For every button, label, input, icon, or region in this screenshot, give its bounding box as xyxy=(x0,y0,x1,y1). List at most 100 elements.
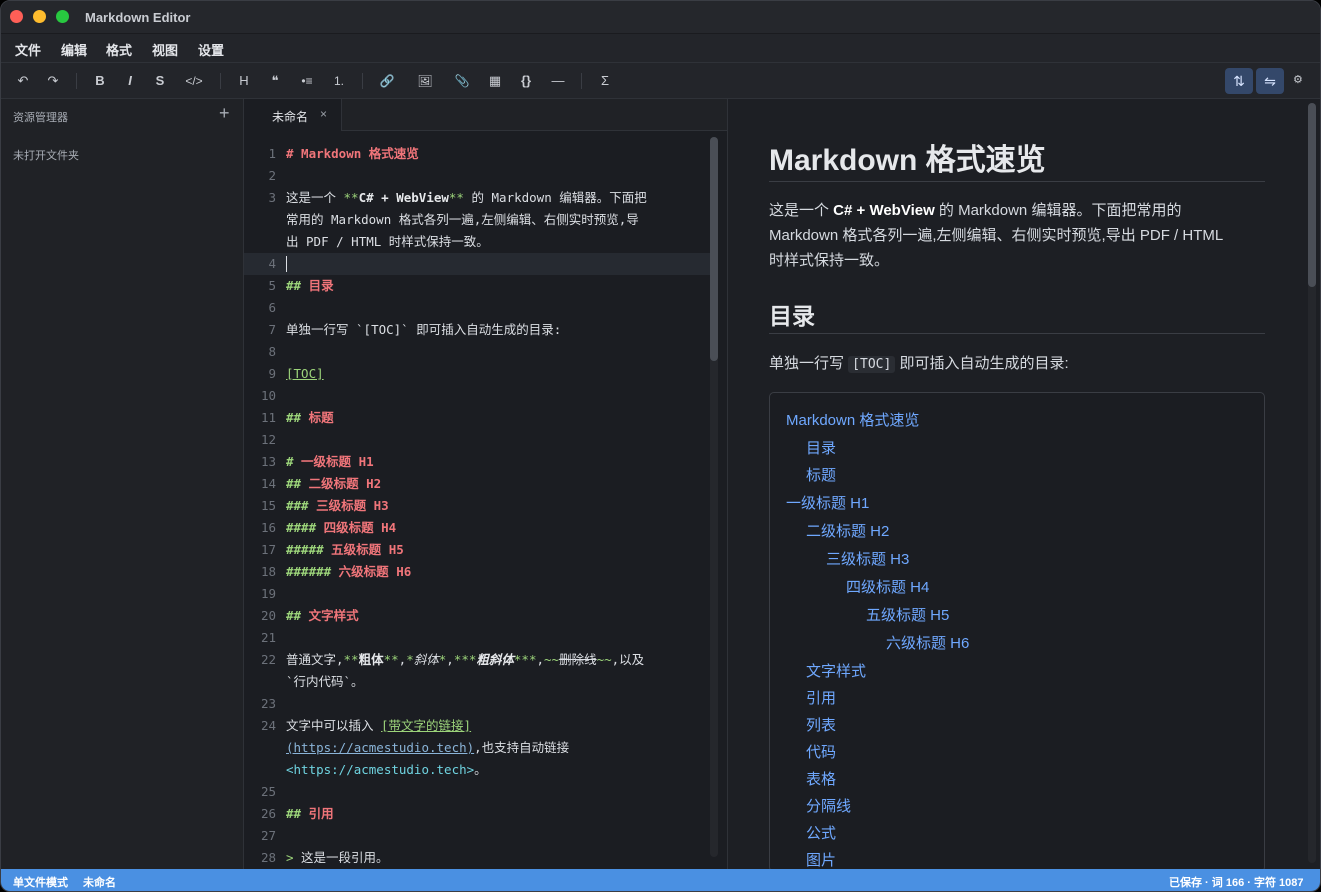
tab-untitled[interactable]: 未命名 × xyxy=(244,99,342,131)
editor-line: 出 PDF / HTML 时样式保持一致。 xyxy=(286,234,489,249)
window-title: Markdown Editor xyxy=(85,10,191,25)
status-filename: 未命名 xyxy=(83,877,116,889)
editor-pane: 未命名 × 1 # Markdown 格式速览 2 3 这是一个 **C# + We… xyxy=(244,99,728,869)
no-folder-text: 未打开文件夹 xyxy=(13,150,79,162)
toc-link[interactable]: 目录 xyxy=(806,437,836,458)
editor-line: 11 ## 标题 xyxy=(260,410,334,425)
menu-bar: 文件 编辑 格式 视图 设置 xyxy=(1,34,1320,63)
toc-link[interactable]: 分隔线 xyxy=(806,795,851,816)
bold-button[interactable]: B xyxy=(92,72,108,90)
editor-line: 6 xyxy=(268,300,276,315)
menu-settings[interactable]: 设置 xyxy=(198,40,224,59)
editor-line: `行内代码`。 xyxy=(286,674,364,689)
app-window: Markdown Editor 文件 编辑 格式 视图 设置 ↶ ↷ B I S… xyxy=(0,0,1321,892)
editor-line: 20 ## 文字样式 xyxy=(260,608,359,623)
editor-line: 3 这是一个 **C# + WebView** 的 Markdown 编辑器。下面… xyxy=(268,190,647,205)
add-icon[interactable]: + xyxy=(219,103,230,124)
editor-line: 常用的 Markdown 格式各列一遍,左侧编辑、右侧实时预览,导 xyxy=(286,212,639,227)
table-of-contents: Markdown 格式速览 目录 标题 一级标题 H1 二级标题 H2 三级标题… xyxy=(769,392,1265,869)
table-icon[interactable]: ▦ xyxy=(487,72,503,90)
image-icon[interactable]: 🖼 xyxy=(415,72,435,90)
menu-file[interactable]: 文件 xyxy=(15,40,41,59)
math-icon[interactable]: Σ xyxy=(597,72,613,90)
text-caret xyxy=(286,256,287,272)
editor-current-line: 4 xyxy=(244,253,714,275)
minimize-window-button[interactable] xyxy=(33,10,46,23)
editor-line: 21 xyxy=(260,630,276,645)
toc-link[interactable]: 四级标题 H4 xyxy=(846,576,929,597)
editor-line: 13 # 一级标题 H1 xyxy=(260,454,374,469)
tab-label: 未命名 xyxy=(272,110,309,124)
tab-bar: 未命名 × xyxy=(244,99,727,131)
editor-line: 7 单独一行写 `[TOC]` 即可插入自动生成的目录: xyxy=(268,322,562,337)
code-block-icon[interactable]: {} xyxy=(516,72,536,90)
sync-scroll-toggle[interactable]: ⇅ xyxy=(1225,68,1253,94)
editor-line: 1 # Markdown 格式速览 xyxy=(268,146,419,161)
inline-code-button[interactable]: </> xyxy=(181,72,207,90)
editor-line: 10 xyxy=(260,388,276,403)
editor-line: 2 xyxy=(268,168,276,183)
editor-line: 15 ### 三级标题 H3 xyxy=(260,498,389,513)
numbered-list-icon[interactable]: 1. xyxy=(331,72,347,90)
settings-gear-icon[interactable]: ⚙ xyxy=(1293,73,1303,86)
maximize-window-button[interactable] xyxy=(56,10,69,23)
status-mode: 单文件模式 xyxy=(13,877,68,889)
preview-toc-paragraph: 单独一行写 [TOC] 即可插入自动生成的目录: xyxy=(769,355,1069,373)
editor-line: 8 xyxy=(268,344,276,359)
toolbar: ↶ ↷ B I S </> H ❝ •≡ 1. 🔗 🖼 📎 ▦ {} — Σ ⇅… xyxy=(1,63,1320,99)
editor-line: 24 文字中可以插入 [带文字的链接] xyxy=(260,718,472,733)
italic-button[interactable]: I xyxy=(122,72,138,90)
toc-link[interactable]: 二级标题 H2 xyxy=(806,520,889,541)
menu-edit[interactable]: 编辑 xyxy=(61,40,87,59)
preview-heading-2: 目录 xyxy=(769,303,815,329)
toc-link[interactable]: 一级标题 H1 xyxy=(786,492,869,513)
status-bar: 单文件模式 未命名 已保存 · 词 166 · 字符 1087 xyxy=(1,869,1320,891)
toc-link[interactable]: 图片 xyxy=(806,849,836,869)
heading-divider xyxy=(769,181,1265,182)
preview-intro-paragraph: 这是一个 C# + WebView 的 Markdown 编辑器。下面把常用的 … xyxy=(769,202,1224,269)
editor-line: 26 ## 引用 xyxy=(260,806,334,821)
redo-icon[interactable]: ↷ xyxy=(45,72,61,90)
attachment-icon[interactable]: 📎 xyxy=(452,72,472,90)
toc-link[interactable]: 表格 xyxy=(806,768,836,789)
toc-link[interactable]: 六级标题 H6 xyxy=(886,632,969,653)
editor-scrollbar-thumb[interactable] xyxy=(710,137,718,361)
preview-pane: Markdown 格式速览 这是一个 C# + WebView 的 Markdo… xyxy=(728,99,1320,869)
editor-line: 17 ##### 五级标题 H5 xyxy=(260,542,404,557)
toc-link[interactable]: Markdown 格式速览 xyxy=(786,409,919,430)
editor-line: 12 xyxy=(260,432,276,447)
toc-link[interactable]: 标题 xyxy=(806,464,836,485)
editor-line: 22 普通文字,**粗体**,*斜体*,***粗斜体***,~~删除线~~,以及 xyxy=(260,652,645,667)
toc-link[interactable]: 引用 xyxy=(806,687,836,708)
link-icon[interactable]: 🔗 xyxy=(377,72,397,90)
explorer-sidebar: 资源管理器 + 未打开文件夹 xyxy=(1,99,244,869)
quote-icon[interactable]: ❝ xyxy=(267,72,283,90)
heading-divider xyxy=(769,333,1265,334)
heading-button[interactable]: H xyxy=(236,72,252,90)
close-tab-icon[interactable]: × xyxy=(320,107,327,121)
toc-link[interactable]: 公式 xyxy=(806,822,836,843)
toc-link[interactable]: 代码 xyxy=(806,741,836,762)
toc-link[interactable]: 三级标题 H3 xyxy=(826,548,909,569)
horizontal-rule-icon[interactable]: — xyxy=(549,72,567,90)
bullet-list-icon[interactable]: •≡ xyxy=(297,72,317,90)
toc-link[interactable]: 文字样式 xyxy=(806,660,866,681)
menu-format[interactable]: 格式 xyxy=(106,40,132,59)
editor-line: 23 xyxy=(260,696,276,711)
toc-link[interactable]: 列表 xyxy=(806,714,836,735)
editor-line: 9 [TOC] xyxy=(268,366,324,381)
undo-icon[interactable]: ↶ xyxy=(15,72,31,90)
editor-line: 27 xyxy=(260,828,276,843)
menu-view[interactable]: 视图 xyxy=(152,40,178,59)
toc-link[interactable]: 五级标题 H5 xyxy=(866,604,949,625)
editor-line: 28 > 这是一段引用。 xyxy=(260,850,389,865)
swap-panes-toggle[interactable]: ⇋ xyxy=(1256,68,1284,94)
status-stats: 已保存 · 词 166 · 字符 1087 xyxy=(1169,877,1304,889)
editor-line: 16 #### 四级标题 H4 xyxy=(260,520,397,535)
close-window-button[interactable] xyxy=(10,10,23,23)
editor-line: 14 ## 二级标题 H2 xyxy=(260,476,382,491)
preview-heading-1: Markdown 格式速览 xyxy=(769,144,1046,177)
preview-scrollbar-thumb[interactable] xyxy=(1308,103,1316,287)
title-bar: Markdown Editor xyxy=(1,1,1320,34)
strikethrough-button[interactable]: S xyxy=(152,72,168,90)
